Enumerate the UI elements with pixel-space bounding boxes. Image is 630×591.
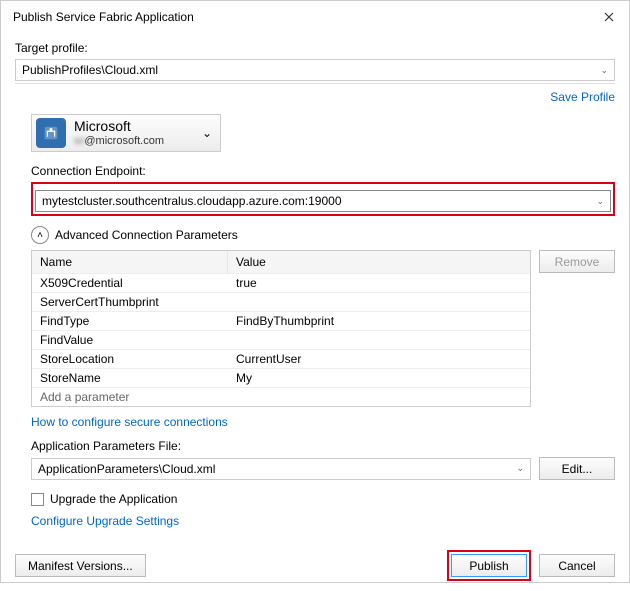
account-text: Microsoft wi@microsoft.com <box>74 118 164 148</box>
app-params-dropdown[interactable]: ApplicationParameters\Cloud.xml ⌄ <box>31 458 531 480</box>
window-title: Publish Service Fabric Application <box>13 10 194 24</box>
table-row[interactable]: Add a parameter <box>32 387 530 406</box>
table-row[interactable]: StoreLocationCurrentUser <box>32 349 530 368</box>
target-profile-value: PublishProfiles\Cloud.xml <box>22 63 158 77</box>
publish-dialog: Publish Service Fabric Application Targe… <box>0 0 630 583</box>
account-badge-icon <box>36 118 66 148</box>
table-row[interactable]: ServerCertThumbprint <box>32 292 530 311</box>
table-row[interactable]: StoreNameMy <box>32 368 530 387</box>
dialog-footer: Manifest Versions... Publish Cancel <box>1 540 629 591</box>
target-profile-label: Target profile: <box>15 41 615 55</box>
col-value: Value <box>228 251 530 273</box>
target-profile-dropdown[interactable]: PublishProfiles\Cloud.xml ⌄ <box>15 59 615 81</box>
close-icon[interactable] <box>601 9 617 25</box>
parameters-area: Name Value X509Credentialtrue ServerCert… <box>31 250 615 407</box>
titlebar: Publish Service Fabric Application <box>1 1 629 33</box>
connection-highlight: mytestcluster.southcentralus.cloudapp.az… <box>31 182 615 216</box>
chevron-up-icon: ˄ <box>31 226 49 244</box>
advanced-toggle[interactable]: ˄ Advanced Connection Parameters <box>31 226 615 244</box>
edit-button[interactable]: Edit... <box>539 457 615 480</box>
chevron-down-icon: ⌄ <box>202 126 212 140</box>
col-name: Name <box>32 251 228 273</box>
chevron-down-icon: ⌄ <box>600 65 608 76</box>
table-row[interactable]: FindValue <box>32 330 530 349</box>
dialog-content: Target profile: PublishProfiles\Cloud.xm… <box>1 33 629 540</box>
manifest-versions-button[interactable]: Manifest Versions... <box>15 554 146 577</box>
table-row[interactable]: FindTypeFindByThumbprint <box>32 311 530 330</box>
account-name: Microsoft <box>74 118 164 135</box>
secure-connections-link[interactable]: How to configure secure connections <box>31 415 228 429</box>
divider <box>15 83 615 84</box>
publish-highlight: Publish <box>447 550 531 581</box>
configure-upgrade-link[interactable]: Configure Upgrade Settings <box>31 514 179 528</box>
connection-endpoint-label: Connection Endpoint: <box>31 164 615 178</box>
app-params-value: ApplicationParameters\Cloud.xml <box>38 462 215 476</box>
chevron-down-icon: ⌄ <box>516 463 524 474</box>
advanced-title: Advanced Connection Parameters <box>55 228 238 242</box>
cancel-button[interactable]: Cancel <box>539 554 615 577</box>
upgrade-checkbox[interactable] <box>31 493 44 506</box>
remove-button[interactable]: Remove <box>539 250 615 273</box>
table-header: Name Value <box>32 251 530 273</box>
parameters-table[interactable]: Name Value X509Credentialtrue ServerCert… <box>31 250 531 407</box>
connection-endpoint-dropdown[interactable]: mytestcluster.southcentralus.cloudapp.az… <box>35 190 611 212</box>
table-row[interactable]: X509Credentialtrue <box>32 273 530 292</box>
chevron-down-icon: ⌄ <box>596 196 604 207</box>
app-params-label: Application Parameters File: <box>31 439 615 453</box>
save-profile-link[interactable]: Save Profile <box>550 90 615 104</box>
account-picker[interactable]: Microsoft wi@microsoft.com ⌄ <box>31 114 221 152</box>
publish-button[interactable]: Publish <box>451 554 527 577</box>
account-email: wi@microsoft.com <box>74 135 164 148</box>
upgrade-checkbox-label: Upgrade the Application <box>50 492 177 506</box>
connection-endpoint-value: mytestcluster.southcentralus.cloudapp.az… <box>42 194 342 208</box>
